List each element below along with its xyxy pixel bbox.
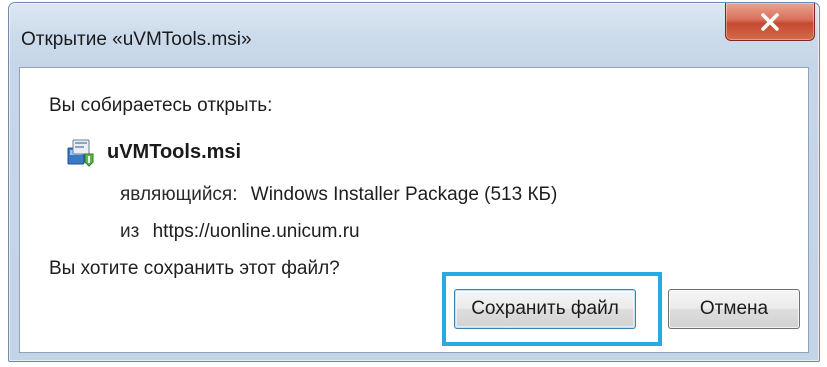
dialog-content: Вы собираетесь открыть: uVMTools.msi явл… [19, 67, 809, 353]
file-type-row: являющийся: Windows Installer Package (5… [120, 184, 557, 206]
file-name: uVMTools.msi [107, 140, 242, 163]
cancel-button[interactable]: Отмена [668, 289, 800, 329]
msi-installer-icon [67, 139, 94, 167]
save-prompt: Вы хотите сохранить этот файл? [49, 258, 340, 279]
title-bar[interactable]: Открытие «uVMTools.msi» [9, 3, 819, 65]
file-type-label: являющийся: [120, 184, 238, 205]
window-title: Открытие «uVMTools.msi» [21, 29, 252, 50]
file-type-value: Windows Installer Package (513 КБ) [250, 184, 558, 205]
file-source-value: https://uonline.unicum.ru [152, 221, 360, 242]
file-info-row: uVMTools.msi [65, 136, 241, 168]
close-button[interactable] [725, 3, 815, 41]
save-file-button[interactable]: Сохранить файл [454, 289, 636, 329]
close-icon [761, 12, 779, 31]
file-source-row: из https://uonline.unicum.ru [120, 221, 360, 243]
file-source-label: из [120, 221, 140, 242]
open-prompt: Вы собираетесь открыть: [49, 95, 273, 116]
file-open-dialog: Открытие «uVMTools.msi» Вы собираетесь о… [8, 2, 820, 362]
